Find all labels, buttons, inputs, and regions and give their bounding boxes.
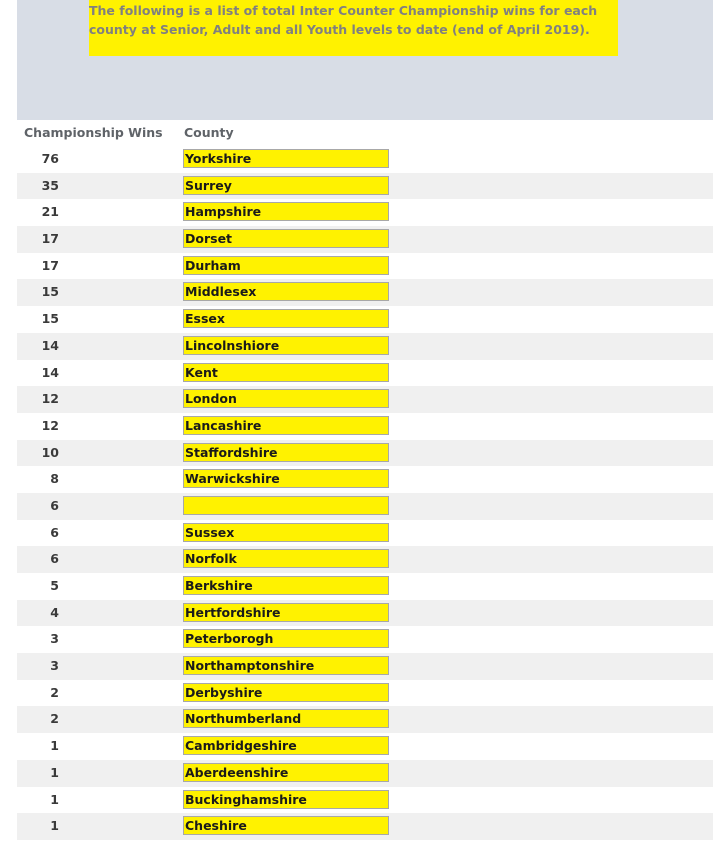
table-row: 6 <box>17 492 713 520</box>
county-cell: Durham <box>183 255 389 275</box>
wins-cell: 6 <box>50 551 59 567</box>
wins-cell: 15 <box>41 311 59 327</box>
wins-cell: 12 <box>41 417 59 433</box>
wins-cell: 8 <box>50 471 59 487</box>
wins-cell: 5 <box>50 578 59 593</box>
wins-cell: 14 <box>41 337 59 353</box>
table-row: 17 Dorset <box>17 226 713 253</box>
county-cell: Staffordshire <box>183 442 389 462</box>
column-header-wins: Championship Wins <box>24 125 163 140</box>
county-cell: Yorkshire <box>183 149 389 168</box>
table-row: 15 Essex <box>17 306 713 333</box>
wins-cell: 1 <box>50 818 59 834</box>
table-row: 1 Cheshire <box>17 813 713 840</box>
county-cell: Cambridgeshire <box>183 736 389 756</box>
table-row: 14 Lincolnshiore <box>17 332 713 360</box>
table-row: 4 Hertfordshire <box>17 599 713 627</box>
county-cell: Surrey <box>183 175 389 195</box>
wins-cell: 14 <box>41 364 59 380</box>
county-cell: Middlesex <box>183 282 389 302</box>
county-cell: Sussex <box>183 522 389 542</box>
table-row: 2 Derbyshire <box>17 680 713 707</box>
county-cell: Northamptonshire <box>183 656 389 676</box>
table-row: 21 Hampshire <box>17 199 713 226</box>
wins-cell: 6 <box>50 524 59 540</box>
wins-cell: 2 <box>50 684 59 700</box>
column-header-county: County <box>184 125 234 140</box>
county-cell: Peterborogh <box>183 629 389 649</box>
county-cell: Aberdeenshire <box>183 762 389 782</box>
county-cell: Derbyshire <box>183 682 389 702</box>
table-row: 2 Northumberland <box>17 706 713 734</box>
wins-cell: 35 <box>41 177 59 193</box>
county-cell: Northumberland <box>183 709 389 729</box>
county-cell: London <box>183 389 389 409</box>
county-cell: Hertfordshire <box>183 602 389 622</box>
county-cell: Buckinghamshire <box>183 789 389 809</box>
table-row: 35 Surrey <box>17 172 713 200</box>
table-row: 12 London <box>17 386 713 413</box>
county-cell: Cheshire <box>183 816 389 836</box>
county-cell: Kent <box>183 362 389 382</box>
table-row: 1 Aberdeenshire <box>17 759 713 787</box>
county-cell: Dorset <box>183 229 389 249</box>
intro-text: The following is a list of total Inter C… <box>89 0 618 56</box>
wins-cell: 1 <box>50 791 59 807</box>
wins-cell: 17 <box>41 231 59 247</box>
county-cell: Berkshire <box>183 576 389 595</box>
wins-cell: 76 <box>41 151 59 166</box>
wins-cell: 6 <box>50 497 59 513</box>
county-cell <box>183 495 389 515</box>
table-row: 17 Durham <box>17 253 713 280</box>
county-cell: Warwickshire <box>183 469 389 489</box>
wins-cell: 21 <box>41 204 59 220</box>
wins-cell: 10 <box>41 444 59 460</box>
wins-cell: 3 <box>50 658 59 674</box>
wins-cell: 15 <box>41 284 59 300</box>
wins-cell: 17 <box>41 257 59 273</box>
county-cell: Essex <box>183 309 389 329</box>
wins-cell: 1 <box>50 764 59 780</box>
table-row: 6 Sussex <box>17 520 713 547</box>
table-row: 12 Lancashire <box>17 413 713 440</box>
wins-cell: 1 <box>50 738 59 754</box>
table-row: 14 Kent <box>17 360 713 387</box>
wins-cell: 2 <box>50 711 59 727</box>
table-row: 1 Buckinghamshire <box>17 787 713 814</box>
table-row: 10 Staffordshire <box>17 439 713 467</box>
table-row: 6 Norfolk <box>17 546 713 573</box>
county-cell: Lincolnshiore <box>183 335 389 355</box>
wins-cell: 12 <box>41 391 59 407</box>
wins-cell: 4 <box>50 604 59 620</box>
table-row: 5 Berkshire <box>17 573 713 600</box>
table-row: 3 Peterborogh <box>17 626 713 653</box>
table-row: 3 Northamptonshire <box>17 653 713 680</box>
table-row: 1 Cambridgeshire <box>17 733 713 760</box>
table-row: 8 Warwickshire <box>17 466 713 493</box>
county-cell: Norfolk <box>183 549 389 569</box>
county-cell: Lancashire <box>183 415 389 435</box>
wins-cell: 3 <box>50 631 59 647</box>
table-row: 76 Yorkshire <box>17 146 713 173</box>
county-cell: Hampshire <box>183 202 389 222</box>
table-row: 15 Middlesex <box>17 279 713 307</box>
championship-table: 76 Yorkshire 35 Surrey 21 Hampshire 17 Dorset 17… <box>17 146 713 840</box>
